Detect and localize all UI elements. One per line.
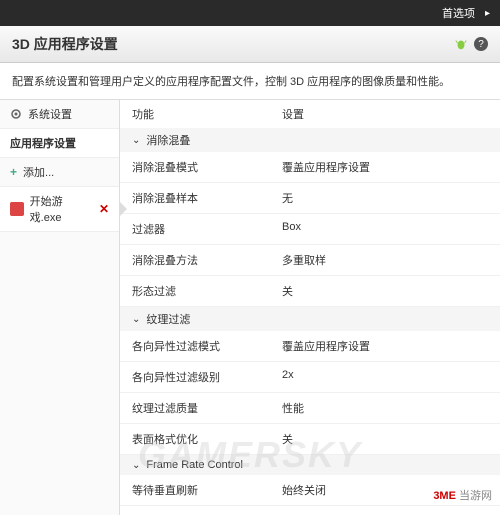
page-title: 3D 应用程序设置	[12, 34, 118, 54]
section-texture-filter[interactable]: ⌄ 纹理过滤	[120, 307, 500, 331]
setting-row[interactable]: 纹理过滤质量性能	[120, 393, 500, 424]
bee-icon[interactable]	[454, 37, 468, 51]
setting-value[interactable]: 多重取样	[282, 252, 488, 268]
setting-value[interactable]: 无	[282, 190, 488, 206]
setting-value[interactable]: 关	[282, 431, 488, 447]
header-icons: ?	[454, 37, 488, 51]
setting-row[interactable]: 消除混叠方法多重取样	[120, 245, 500, 276]
gear-icon	[10, 108, 22, 120]
setting-key: 消除混叠样本	[132, 190, 282, 206]
setting-row[interactable]: 消除混叠模式覆盖应用程序设置	[120, 152, 500, 183]
sidebar-item-add[interactable]: + 添加...	[0, 158, 119, 187]
sidebar-item-system[interactable]: 系统设置	[0, 100, 119, 129]
plus-icon: +	[10, 165, 17, 179]
section-label: 纹理过滤	[146, 311, 190, 327]
sidebar-item-exe[interactable]: 开始游戏.exe ✕	[0, 187, 119, 232]
sidebar-label-add: 添加...	[23, 164, 54, 180]
setting-row[interactable]: 各向异性过滤模式覆盖应用程序设置	[120, 331, 500, 362]
sidebar-item-apps[interactable]: 应用程序设置	[0, 129, 119, 158]
setting-row[interactable]: 表面格式优化关	[120, 424, 500, 455]
col-header-feature: 功能	[132, 106, 282, 122]
top-bar: 首选项 ▸	[0, 0, 500, 26]
setting-key: 表面格式优化	[132, 431, 282, 447]
setting-key: 各向异性过滤模式	[132, 338, 282, 354]
chevron-down-icon: ⌄	[132, 314, 140, 325]
preferences-button[interactable]: 首选项	[434, 3, 483, 23]
setting-row[interactable]: 过滤器Box	[120, 214, 500, 245]
setting-value[interactable]: 2x	[282, 369, 488, 385]
setting-key: 形态过滤	[132, 283, 282, 299]
setting-row[interactable]: 各向异性过滤级别2x	[120, 362, 500, 393]
setting-value[interactable]: Box	[282, 221, 488, 237]
sidebar: 系统设置 应用程序设置 + 添加... 开始游戏.exe ✕	[0, 100, 120, 515]
setting-key: 消除混叠方法	[132, 252, 282, 268]
app-icon	[10, 202, 24, 216]
setting-key: 过滤器	[132, 221, 282, 237]
setting-value[interactable]: 覆盖应用程序设置	[282, 159, 488, 175]
sidebar-label-exe: 开始游戏.exe	[30, 193, 93, 225]
description-text: 配置系统设置和管理用户定义的应用程序配置文件，控制 3D 应用程序的图像质量和性…	[0, 63, 500, 100]
setting-key: 纹理过滤质量	[132, 400, 282, 416]
chevron-down-icon: ⌄	[132, 135, 140, 146]
col-header-setting: 设置	[282, 106, 488, 122]
delete-icon[interactable]: ✕	[99, 202, 109, 216]
settings-panel: 功能 设置 ⌄消除混叠 消除混叠模式覆盖应用程序设置 消除混叠样本无 过滤器Bo…	[120, 100, 500, 515]
section-label: 消除混叠	[146, 132, 190, 148]
setting-value[interactable]: 关	[282, 283, 488, 299]
setting-value[interactable]: 性能	[282, 400, 488, 416]
section-label: Frame Rate Control	[146, 459, 243, 471]
setting-value[interactable]: 始终关闭	[282, 482, 488, 498]
content-area: 系统设置 应用程序设置 + 添加... 开始游戏.exe ✕ 功能 设置 ⌄ 消除…	[0, 100, 500, 515]
chevron-down-icon: ⌄	[132, 460, 140, 471]
setting-value[interactable]: 覆盖应用程序设置	[282, 338, 488, 354]
sidebar-label-apps: 应用程序设置	[10, 135, 76, 151]
table-header: 功能 设置	[120, 100, 500, 128]
setting-row[interactable]: 消除混叠样本无	[120, 183, 500, 214]
setting-row[interactable]: 形态过滤关	[120, 276, 500, 307]
chevron-right-icon: ▸	[485, 8, 490, 19]
setting-key: 各向异性过滤级别	[132, 369, 282, 385]
setting-key: 等待垂直刷新	[132, 482, 282, 498]
page-header: 3D 应用程序设置 ?	[0, 26, 500, 63]
setting-key: 消除混叠模式	[132, 159, 282, 175]
sidebar-label-system: 系统设置	[28, 106, 72, 122]
help-icon[interactable]: ?	[474, 37, 488, 51]
setting-row[interactable]: 等待垂直刷新始终关闭	[120, 475, 500, 506]
section-antialiasing[interactable]: ⌄ 消除混叠	[120, 128, 500, 152]
section-frame-rate[interactable]: ⌄ Frame Rate Control	[120, 455, 500, 475]
